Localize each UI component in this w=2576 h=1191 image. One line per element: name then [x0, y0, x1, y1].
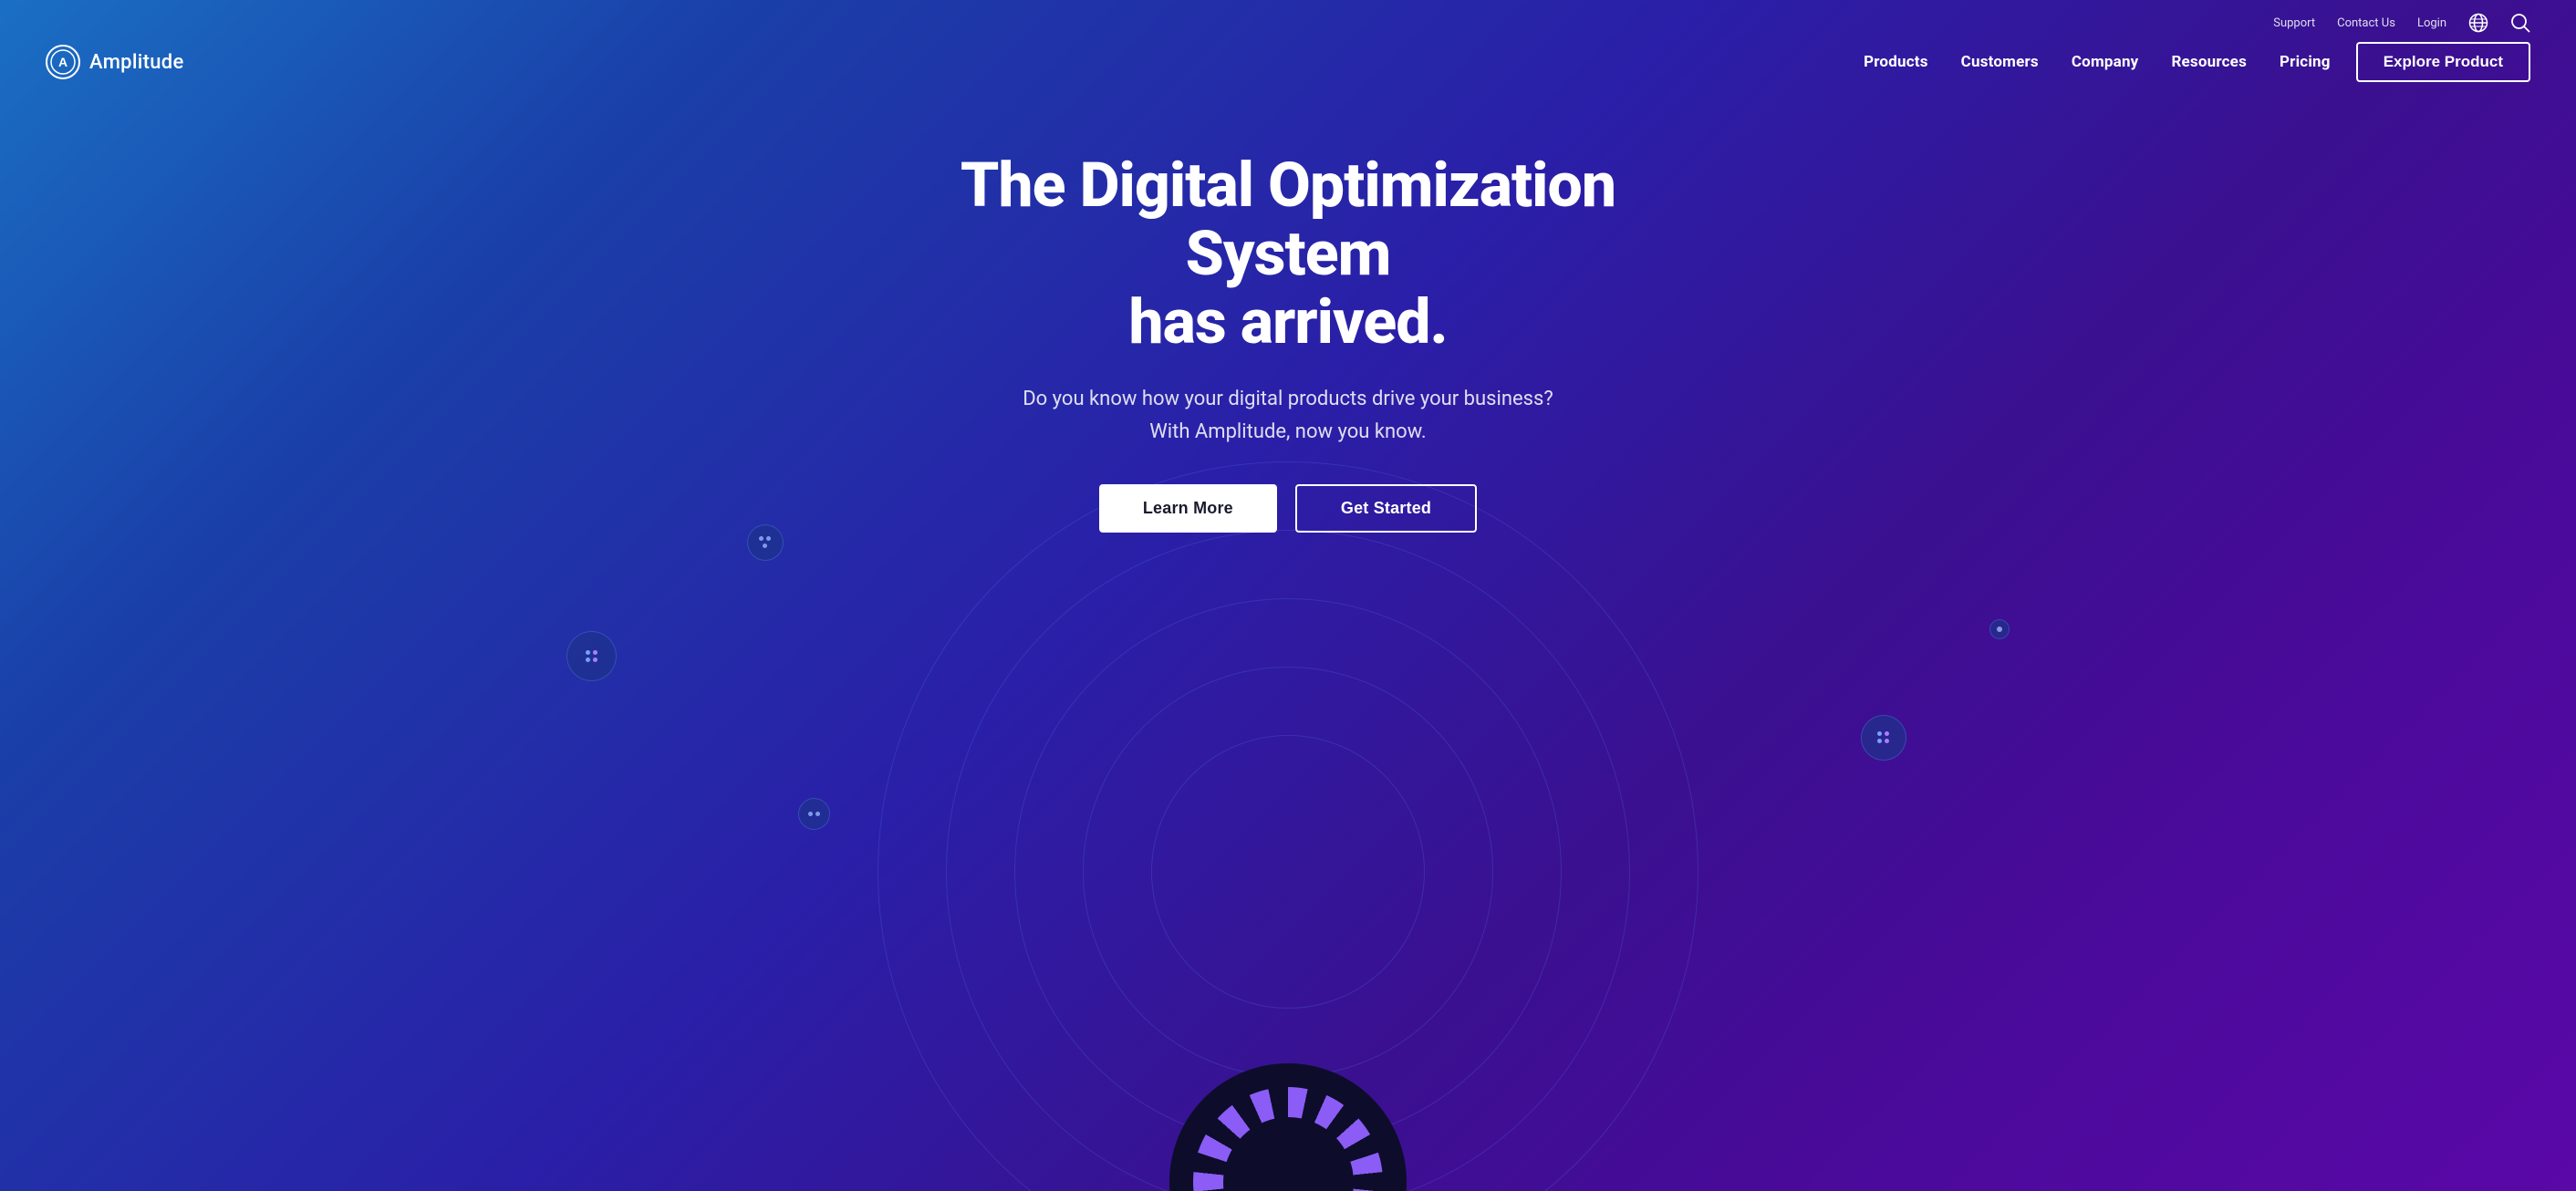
arc-4: [1083, 667, 1493, 1077]
logo-icon: A: [46, 45, 80, 79]
logo[interactable]: A Amplitude: [46, 45, 184, 79]
orb-5: [1989, 619, 2010, 639]
learn-more-button[interactable]: Learn More: [1099, 484, 1277, 533]
nav-products[interactable]: Products: [1847, 46, 1945, 78]
hero-buttons: Learn More Get Started: [0, 484, 2576, 533]
arc-5: [1151, 735, 1425, 1009]
nav-company[interactable]: Company: [2055, 46, 2155, 78]
explore-product-button[interactable]: Explore Product: [2356, 42, 2530, 82]
logo-text: Amplitude: [89, 51, 184, 74]
nav-customers[interactable]: Customers: [1945, 46, 2055, 78]
contact-us-link[interactable]: Contact Us: [2337, 16, 2395, 30]
search-icon[interactable]: [2510, 13, 2530, 33]
nav-resources[interactable]: Resources: [2155, 46, 2263, 78]
page-wrapper: Support Contact Us Login: [0, 0, 2576, 1191]
globe-icon[interactable]: [2468, 13, 2488, 33]
get-started-button[interactable]: Get Started: [1295, 484, 1477, 533]
orb-4: [1861, 715, 1906, 761]
main-nav: Products Customers Company Resources Pri…: [1847, 42, 2530, 82]
support-link[interactable]: Support: [2273, 16, 2315, 30]
hero-section: The Digital Optimization System has arri…: [0, 97, 2576, 551]
svg-text:A: A: [58, 55, 68, 69]
hero-subtitle: Do you know how your digital products dr…: [978, 383, 1598, 447]
hero-title: The Digital Optimization System has arri…: [878, 151, 1698, 356]
nav-pricing[interactable]: Pricing: [2263, 46, 2347, 78]
orb-1: [566, 631, 617, 681]
orb-3: [798, 798, 830, 830]
navbar-main-row: A Amplitude Products Customers Company R…: [0, 33, 2576, 97]
wheel-decoration: [1169, 1063, 1407, 1191]
login-link[interactable]: Login: [2417, 16, 2446, 30]
navbar-top-row: Support Contact Us Login: [0, 0, 2576, 33]
